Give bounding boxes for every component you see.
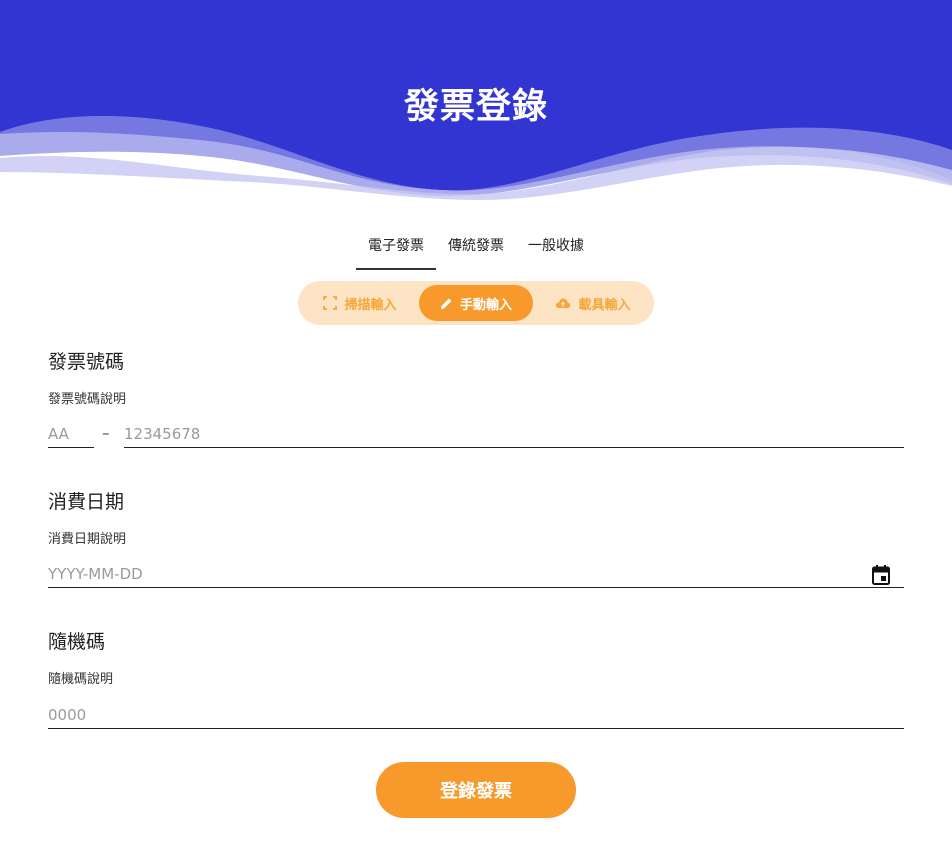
invoice-number-underline [124, 423, 904, 448]
tab-traditional-invoice[interactable]: 傳統發票 [436, 230, 516, 270]
scan-input-label: 掃描輸入 [344, 297, 397, 313]
invoice-number-input[interactable] [124, 423, 904, 445]
input-mode-switch: 掃描輸入 手動輸入 載具輸入 [298, 281, 654, 325]
purchase-date-title: 消費日期 [48, 491, 125, 513]
tab-e-invoice[interactable]: 電子發票 [356, 230, 436, 270]
random-code-input[interactable] [48, 704, 904, 726]
invoice-type-tabs: 電子發票 傳統發票 一般收據 [0, 230, 952, 270]
manual-input-button[interactable]: 手動輸入 [419, 285, 533, 321]
purchase-date-description: 消費日期說明 [48, 532, 127, 547]
random-code-title: 隨機碼 [48, 631, 106, 653]
random-code-underline [48, 704, 904, 729]
invoice-number-title: 發票號碼 [48, 351, 125, 373]
purchase-date-input[interactable] [48, 563, 848, 585]
invoice-number-description: 發票號碼說明 [48, 392, 127, 407]
invoice-prefix-input[interactable] [48, 423, 94, 445]
purchase-date-field: 消費日期 消費日期說明 [48, 487, 904, 591]
carrier-input-label: 載具輸入 [578, 297, 631, 313]
invoice-number-field: 發票號碼 發票號碼說明 – [48, 347, 904, 451]
cloud-upload-icon [556, 298, 571, 308]
invoice-separator: – [102, 424, 110, 442]
manual-input-label: 手動輸入 [459, 297, 512, 313]
random-code-description: 隨機碼說明 [48, 672, 114, 687]
register-invoice-button[interactable]: 登錄發票 [376, 762, 576, 818]
carrier-input-button[interactable]: 載具輸入 [538, 285, 648, 321]
calendar-icon[interactable] [872, 565, 890, 585]
header-banner: 發票登錄 [0, 0, 952, 210]
scan-input-button[interactable]: 掃描輸入 [304, 285, 416, 321]
purchase-date-underline [48, 563, 904, 588]
random-code-field: 隨機碼 隨機碼說明 [48, 627, 904, 731]
invoice-prefix-underline [48, 423, 94, 448]
tab-general-receipt[interactable]: 一般收據 [516, 230, 596, 270]
scan-icon [323, 296, 338, 310]
page-title: 發票登錄 [403, 87, 548, 127]
pencil-icon [440, 298, 452, 309]
